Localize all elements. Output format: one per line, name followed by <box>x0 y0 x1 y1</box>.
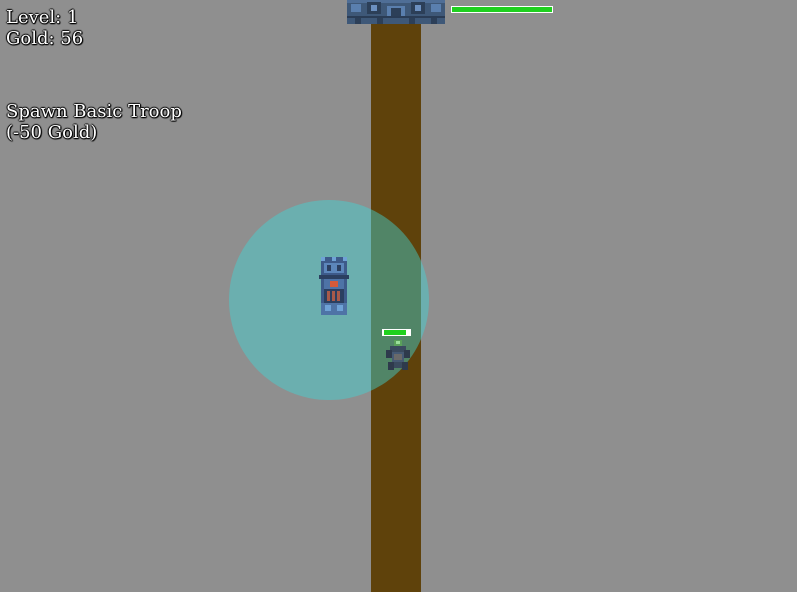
game-canvas[interactable]: Level: 1 Gold: 56 Spawn Basic Troop (-50… <box>0 0 797 592</box>
base-health-bar <box>451 6 553 13</box>
base-health-fill <box>452 7 552 12</box>
spawn-basic-troop-button[interactable]: Spawn Basic Troop (-50 Gold) <box>6 101 182 143</box>
enemy-health-bar <box>382 329 411 336</box>
spawn-button-title: Spawn Basic Troop <box>6 101 182 122</box>
enemy-troop-icon[interactable] <box>384 336 412 374</box>
gold-label: Gold: 56 <box>6 28 84 49</box>
spawn-button-cost: (-50 Gold) <box>6 122 98 143</box>
level-label: Level: 1 <box>6 7 79 28</box>
enemy-health-fill <box>384 330 406 335</box>
tower-icon[interactable] <box>319 257 349 315</box>
base-castle-icon <box>347 0 445 24</box>
